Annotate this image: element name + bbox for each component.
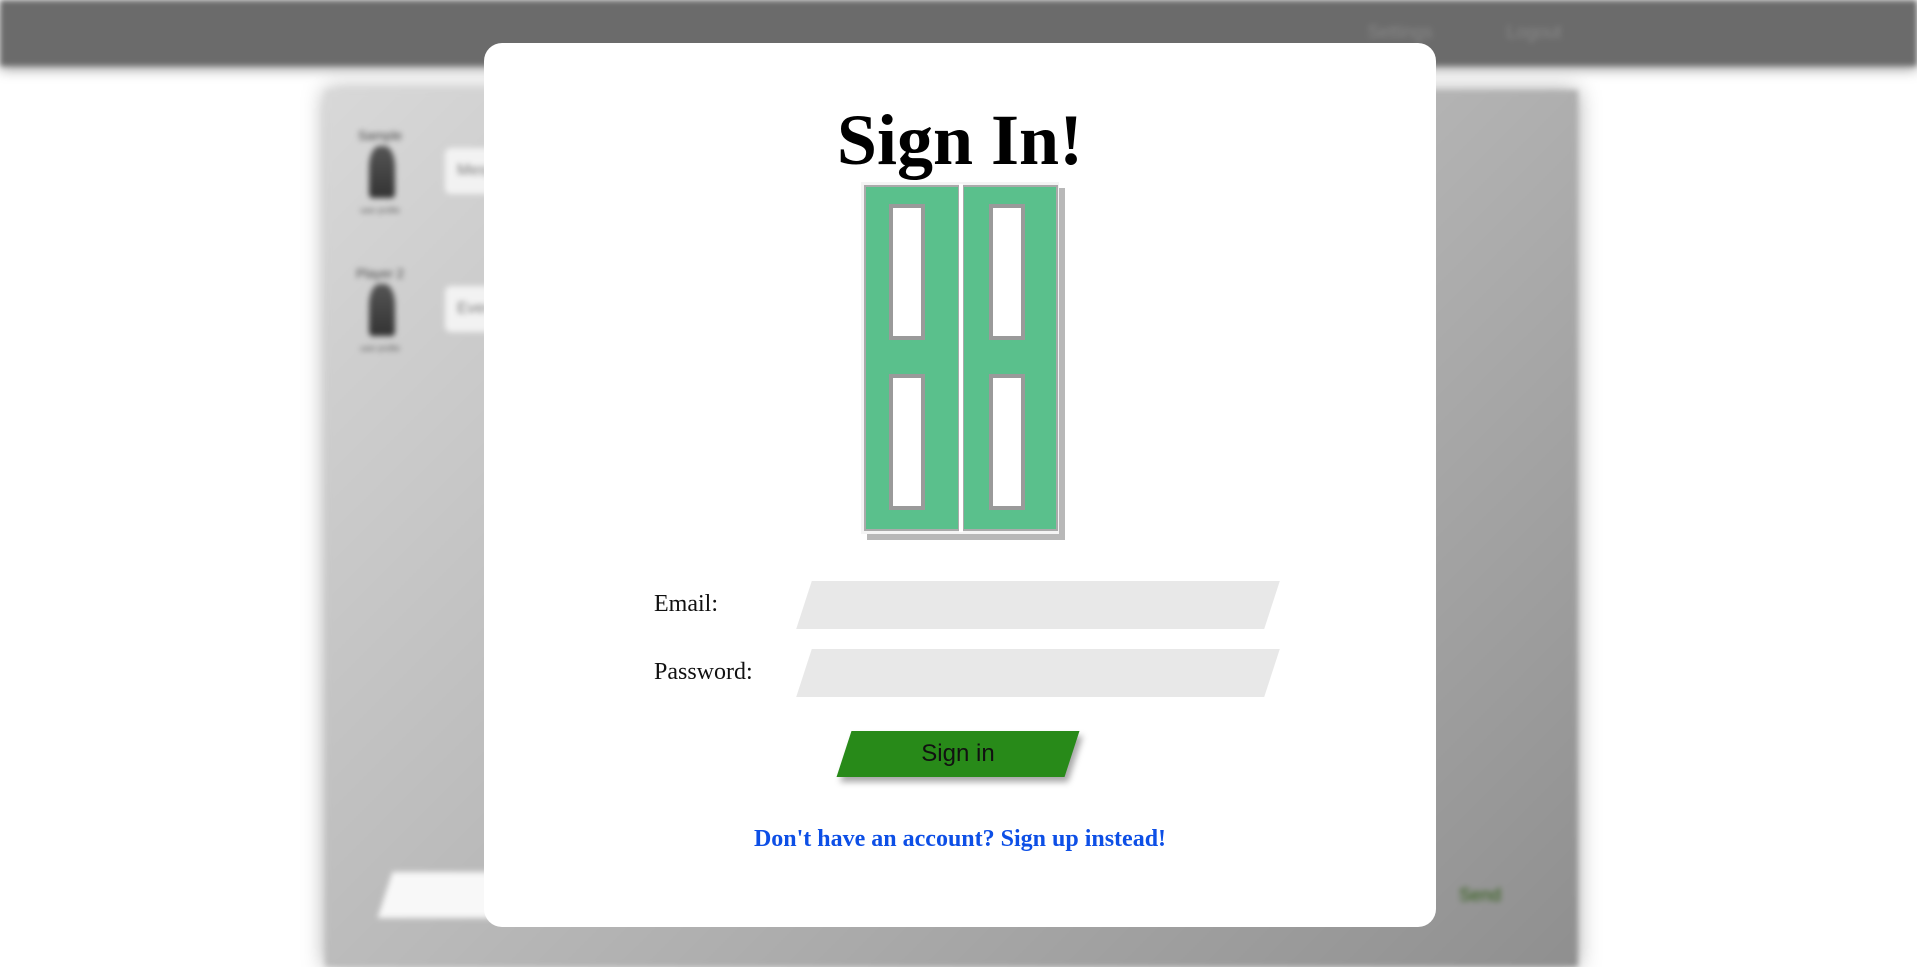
password-field[interactable] (804, 649, 1272, 697)
password-field-wrapper (804, 649, 1272, 697)
entry-sub: user profile (360, 344, 400, 353)
password-label: Password: (654, 659, 753, 685)
sign-in-modal: Sign In! Email: Password: Sign in Don't … (484, 43, 1436, 927)
entry-name: Player 2 (356, 266, 404, 281)
send-button[interactable]: Send (1420, 872, 1540, 918)
sign-in-button[interactable]: Sign in (844, 731, 1072, 777)
modal-title: Sign In! (836, 100, 1084, 180)
avatar (369, 284, 395, 336)
email-field[interactable] (804, 581, 1272, 629)
avatar (369, 146, 395, 198)
logout-button[interactable]: Logout (1478, 8, 1590, 56)
email-label: Email: (654, 591, 718, 617)
sign-up-link[interactable]: Don't have an account? Sign up instead! (484, 826, 1436, 853)
entry-sub: user profile (360, 206, 400, 215)
entry-name: Sample (357, 128, 403, 143)
door-icon (861, 182, 1065, 540)
email-field-wrapper (804, 581, 1272, 629)
